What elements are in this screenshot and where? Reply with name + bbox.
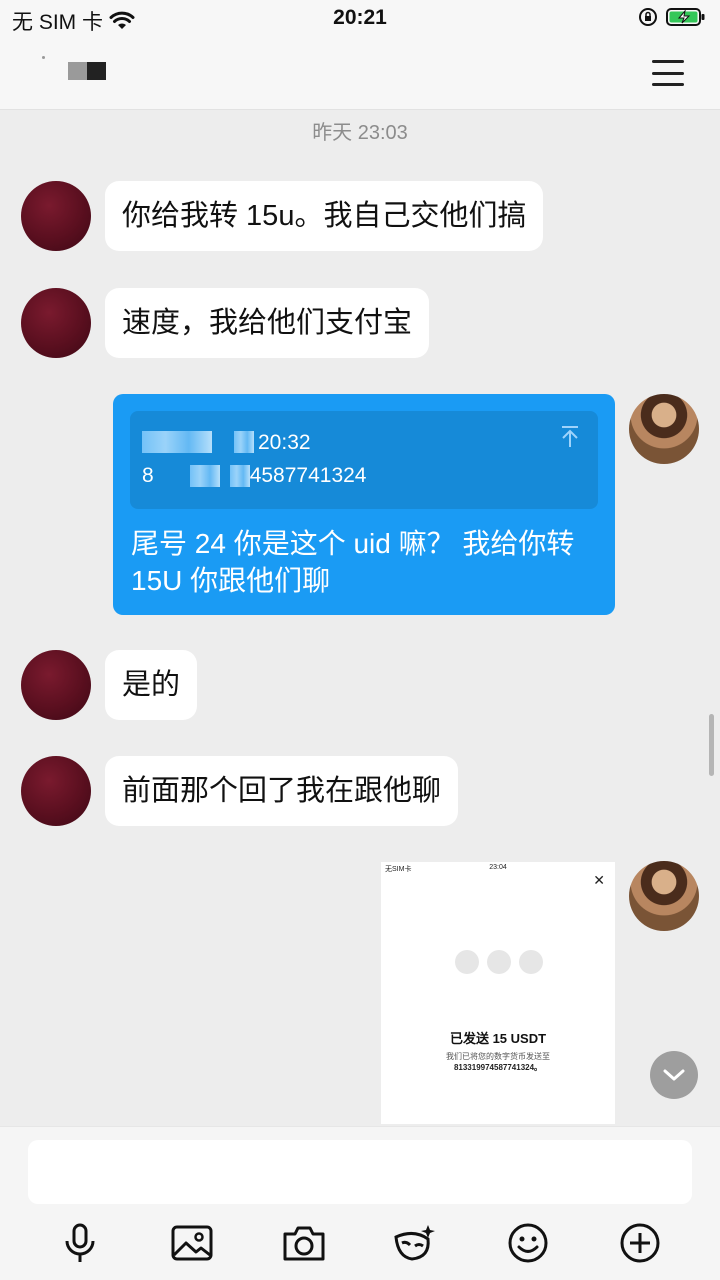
camera-icon[interactable] xyxy=(280,1219,328,1267)
redacted-block xyxy=(229,465,250,487)
composer xyxy=(0,1126,720,1280)
contact-name-redacted xyxy=(68,62,106,80)
message-bubble[interactable]: 前面那个回了我在跟他聊 xyxy=(105,756,459,826)
quote-id-number: 4587741324 xyxy=(249,464,367,487)
battery-charging-icon xyxy=(666,8,705,26)
chat-header xyxy=(0,38,720,110)
scroll-to-bottom-button[interactable] xyxy=(650,1051,698,1099)
close-icon: ✕ xyxy=(593,872,605,888)
orientation-lock-icon xyxy=(639,8,657,26)
screenshot-address: 813319974587741324。 xyxy=(453,1063,543,1072)
message-text: 尾号 24 你是这个 uid 嘛？ 我给你转 15U 你跟他们聊 xyxy=(131,528,575,596)
my-avatar[interactable] xyxy=(629,394,699,464)
message-bubble[interactable]: 你给我转 15u。我自己交他们搞 xyxy=(105,181,544,251)
outgoing-message-bubble[interactable]: 20:32 8 4587741324 尾号 24 你是这个 uid 嘛？ 我给你… xyxy=(113,394,615,615)
avatar[interactable] xyxy=(21,756,91,826)
microphone-icon[interactable] xyxy=(56,1219,104,1267)
loading-dots xyxy=(455,950,543,974)
message-bubble[interactable]: 是的 xyxy=(105,650,198,720)
screenshot-title: 已发送 15 USDT xyxy=(449,1031,547,1046)
sticker-icon[interactable] xyxy=(390,1219,438,1267)
plus-icon[interactable] xyxy=(616,1219,664,1267)
message-bubble[interactable]: 速度，我给他们支付宝 xyxy=(105,288,430,358)
header-dot xyxy=(42,56,45,59)
quote-id-prefix: 8 xyxy=(142,464,154,487)
image-message[interactable]: 无SIM卡 23:04 ✕ 已发送 15 USDT 我们已将您的数字货币发送至 … xyxy=(381,862,615,1124)
status-icons xyxy=(638,7,706,27)
my-avatar[interactable] xyxy=(629,861,699,931)
chevron-down-icon xyxy=(663,1069,685,1081)
message-input[interactable] xyxy=(28,1140,692,1204)
redacted-block xyxy=(234,431,254,453)
menu-icon[interactable] xyxy=(652,60,684,86)
quoted-message[interactable]: 20:32 8 4587741324 xyxy=(130,411,598,509)
arrow-up-icon[interactable] xyxy=(560,425,580,449)
redacted-block xyxy=(189,465,220,487)
avatar[interactable] xyxy=(21,288,91,358)
quote-time: 20:32 xyxy=(258,431,311,454)
screenshot-time: 23:04 xyxy=(489,864,507,871)
screenshot-subtitle: 我们已将您的数字货币发送至 xyxy=(446,1052,550,1061)
redacted-block xyxy=(142,431,212,453)
scrollbar[interactable] xyxy=(709,714,714,776)
avatar[interactable] xyxy=(21,650,91,720)
message-timestamp: 昨天 23:03 xyxy=(312,122,408,144)
status-bar: 无 SIM 卡 20:21 xyxy=(0,0,720,38)
image-icon[interactable] xyxy=(168,1219,216,1267)
quote-id-line: 8 4587741324 xyxy=(142,464,366,488)
clock: 20:21 xyxy=(333,6,387,29)
smiley-icon[interactable] xyxy=(504,1219,552,1267)
avatar[interactable] xyxy=(21,181,91,251)
